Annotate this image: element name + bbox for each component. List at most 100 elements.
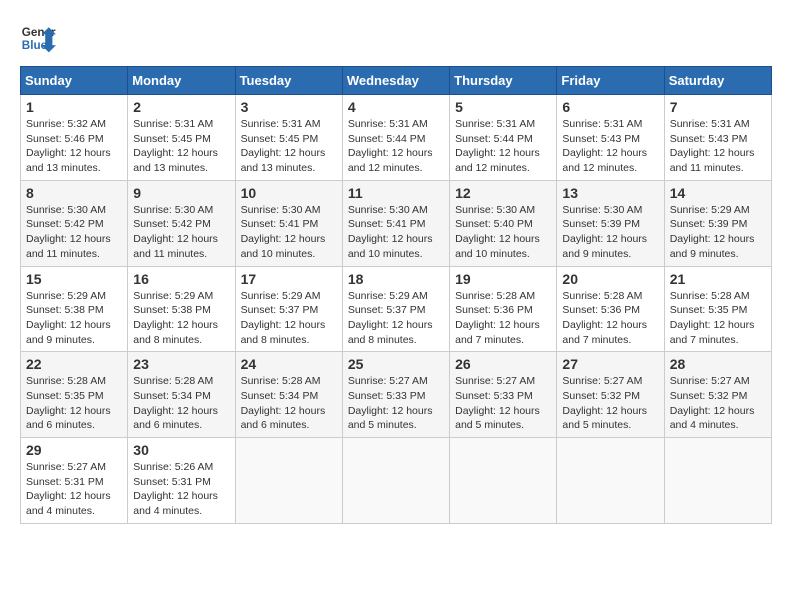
day-number: 20 xyxy=(562,271,658,287)
header-row: SundayMondayTuesdayWednesdayThursdayFrid… xyxy=(21,67,772,95)
calendar-cell: 22Sunrise: 5:28 AMSunset: 5:35 PMDayligh… xyxy=(21,352,128,438)
day-number: 13 xyxy=(562,185,658,201)
day-number: 11 xyxy=(348,185,444,201)
day-info: Sunrise: 5:31 AMSunset: 5:44 PMDaylight:… xyxy=(455,117,551,176)
calendar-cell xyxy=(557,438,664,524)
header-day-thursday: Thursday xyxy=(450,67,557,95)
day-info: Sunrise: 5:29 AMSunset: 5:38 PMDaylight:… xyxy=(26,289,122,348)
calendar-cell: 19 Sunrise: 5:28 AMSunset: 5:36 PMDayligh… xyxy=(450,266,557,352)
day-info: Sunrise: 5:31 AMSunset: 5:43 PMDaylight:… xyxy=(562,117,658,176)
header-day-tuesday: Tuesday xyxy=(235,67,342,95)
day-info: Sunrise: 5:28 AMSunset: 5:34 PMDaylight:… xyxy=(133,374,229,433)
calendar-week-row: 22Sunrise: 5:28 AMSunset: 5:35 PMDayligh… xyxy=(21,352,772,438)
calendar-cell xyxy=(664,438,771,524)
day-number: 23 xyxy=(133,356,229,372)
calendar-cell xyxy=(450,438,557,524)
calendar-cell: 20 Sunrise: 5:28 AMSunset: 5:36 PMDayligh… xyxy=(557,266,664,352)
calendar-week-row: 29 Sunrise: 5:27 AMSunset: 5:31 PMDayligh… xyxy=(21,438,772,524)
calendar-cell: 5 Sunrise: 5:31 AMSunset: 5:44 PMDaylight… xyxy=(450,95,557,181)
calendar-cell xyxy=(235,438,342,524)
day-info: Sunrise: 5:30 AMSunset: 5:41 PMDaylight:… xyxy=(348,203,444,262)
day-number: 17 xyxy=(241,271,337,287)
calendar-cell: 27 Sunrise: 5:27 AMSunset: 5:32 PMDayligh… xyxy=(557,352,664,438)
day-number: 2 xyxy=(133,99,229,115)
day-info: Sunrise: 5:30 AMSunset: 5:39 PMDaylight:… xyxy=(562,203,658,262)
day-number: 12 xyxy=(455,185,551,201)
calendar-cell: 16 Sunrise: 5:29 AMSunset: 5:38 PMDayligh… xyxy=(128,266,235,352)
calendar-cell: 3 Sunrise: 5:31 AMSunset: 5:45 PMDaylight… xyxy=(235,95,342,181)
day-info: Sunrise: 5:28 AMSunset: 5:35 PMDaylight:… xyxy=(26,374,122,433)
calendar-week-row: 8 Sunrise: 5:30 AMSunset: 5:42 PMDaylight… xyxy=(21,180,772,266)
day-info: Sunrise: 5:30 AMSunset: 5:40 PMDaylight:… xyxy=(455,203,551,262)
day-info: Sunrise: 5:28 AMSunset: 5:34 PMDaylight:… xyxy=(241,374,337,433)
day-number: 5 xyxy=(455,99,551,115)
day-number: 27 xyxy=(562,356,658,372)
day-info: Sunrise: 5:29 AMSunset: 5:38 PMDaylight:… xyxy=(133,289,229,348)
calendar-cell: 12 Sunrise: 5:30 AMSunset: 5:40 PMDayligh… xyxy=(450,180,557,266)
header-day-monday: Monday xyxy=(128,67,235,95)
calendar-cell: 30 Sunrise: 5:26 AMSunset: 5:31 PMDayligh… xyxy=(128,438,235,524)
day-number: 8 xyxy=(26,185,122,201)
calendar-cell: 18Sunrise: 5:29 AMSunset: 5:37 PMDayligh… xyxy=(342,266,449,352)
day-info: Sunrise: 5:29 AMSunset: 5:39 PMDaylight:… xyxy=(670,203,766,262)
calendar-cell xyxy=(342,438,449,524)
day-number: 28 xyxy=(670,356,766,372)
calendar-cell: 15 Sunrise: 5:29 AMSunset: 5:38 PMDayligh… xyxy=(21,266,128,352)
calendar-cell: 21Sunrise: 5:28 AMSunset: 5:35 PMDayligh… xyxy=(664,266,771,352)
logo-icon: General Blue xyxy=(20,20,56,56)
day-info: Sunrise: 5:28 AMSunset: 5:35 PMDaylight:… xyxy=(670,289,766,348)
page-header: General Blue xyxy=(20,20,772,56)
day-number: 29 xyxy=(26,442,122,458)
day-info: Sunrise: 5:30 AMSunset: 5:42 PMDaylight:… xyxy=(133,203,229,262)
day-number: 16 xyxy=(133,271,229,287)
day-number: 10 xyxy=(241,185,337,201)
day-number: 3 xyxy=(241,99,337,115)
calendar-week-row: 15 Sunrise: 5:29 AMSunset: 5:38 PMDayligh… xyxy=(21,266,772,352)
day-info: Sunrise: 5:31 AMSunset: 5:45 PMDaylight:… xyxy=(241,117,337,176)
calendar-cell: 7 Sunrise: 5:31 AMSunset: 5:43 PMDaylight… xyxy=(664,95,771,181)
calendar-body: 1 Sunrise: 5:32 AMSunset: 5:46 PMDaylight… xyxy=(21,95,772,524)
day-info: Sunrise: 5:31 AMSunset: 5:44 PMDaylight:… xyxy=(348,117,444,176)
day-number: 4 xyxy=(348,99,444,115)
calendar-cell: 11 Sunrise: 5:30 AMSunset: 5:41 PMDayligh… xyxy=(342,180,449,266)
day-number: 30 xyxy=(133,442,229,458)
header-day-sunday: Sunday xyxy=(21,67,128,95)
calendar-cell: 9Sunrise: 5:30 AMSunset: 5:42 PMDaylight… xyxy=(128,180,235,266)
day-info: Sunrise: 5:28 AMSunset: 5:36 PMDaylight:… xyxy=(455,289,551,348)
calendar-cell: 29 Sunrise: 5:27 AMSunset: 5:31 PMDayligh… xyxy=(21,438,128,524)
day-info: Sunrise: 5:27 AMSunset: 5:31 PMDaylight:… xyxy=(26,460,122,519)
header-day-wednesday: Wednesday xyxy=(342,67,449,95)
day-info: Sunrise: 5:30 AMSunset: 5:42 PMDaylight:… xyxy=(26,203,122,262)
day-number: 15 xyxy=(26,271,122,287)
day-number: 26 xyxy=(455,356,551,372)
calendar-cell: 23 Sunrise: 5:28 AMSunset: 5:34 PMDayligh… xyxy=(128,352,235,438)
day-info: Sunrise: 5:26 AMSunset: 5:31 PMDaylight:… xyxy=(133,460,229,519)
calendar-table: SundayMondayTuesdayWednesdayThursdayFrid… xyxy=(20,66,772,524)
calendar-week-row: 1 Sunrise: 5:32 AMSunset: 5:46 PMDaylight… xyxy=(21,95,772,181)
day-info: Sunrise: 5:27 AMSunset: 5:32 PMDaylight:… xyxy=(670,374,766,433)
day-number: 7 xyxy=(670,99,766,115)
day-number: 6 xyxy=(562,99,658,115)
calendar-cell: 24Sunrise: 5:28 AMSunset: 5:34 PMDayligh… xyxy=(235,352,342,438)
day-number: 14 xyxy=(670,185,766,201)
header-day-saturday: Saturday xyxy=(664,67,771,95)
calendar-cell: 13 Sunrise: 5:30 AMSunset: 5:39 PMDayligh… xyxy=(557,180,664,266)
calendar-cell: 26 Sunrise: 5:27 AMSunset: 5:33 PMDayligh… xyxy=(450,352,557,438)
calendar-cell: 25Sunrise: 5:27 AMSunset: 5:33 PMDayligh… xyxy=(342,352,449,438)
day-number: 19 xyxy=(455,271,551,287)
calendar-cell: 8 Sunrise: 5:30 AMSunset: 5:42 PMDaylight… xyxy=(21,180,128,266)
day-info: Sunrise: 5:32 AMSunset: 5:46 PMDaylight:… xyxy=(26,117,122,176)
calendar-cell: 6 Sunrise: 5:31 AMSunset: 5:43 PMDaylight… xyxy=(557,95,664,181)
day-info: Sunrise: 5:27 AMSunset: 5:32 PMDaylight:… xyxy=(562,374,658,433)
day-info: Sunrise: 5:28 AMSunset: 5:36 PMDaylight:… xyxy=(562,289,658,348)
calendar-cell: 28 Sunrise: 5:27 AMSunset: 5:32 PMDayligh… xyxy=(664,352,771,438)
day-info: Sunrise: 5:31 AMSunset: 5:45 PMDaylight:… xyxy=(133,117,229,176)
day-number: 18 xyxy=(348,271,444,287)
calendar-cell: 1 Sunrise: 5:32 AMSunset: 5:46 PMDaylight… xyxy=(21,95,128,181)
day-number: 25 xyxy=(348,356,444,372)
day-info: Sunrise: 5:27 AMSunset: 5:33 PMDaylight:… xyxy=(455,374,551,433)
day-number: 1 xyxy=(26,99,122,115)
header-day-friday: Friday xyxy=(557,67,664,95)
day-info: Sunrise: 5:30 AMSunset: 5:41 PMDaylight:… xyxy=(241,203,337,262)
day-info: Sunrise: 5:31 AMSunset: 5:43 PMDaylight:… xyxy=(670,117,766,176)
